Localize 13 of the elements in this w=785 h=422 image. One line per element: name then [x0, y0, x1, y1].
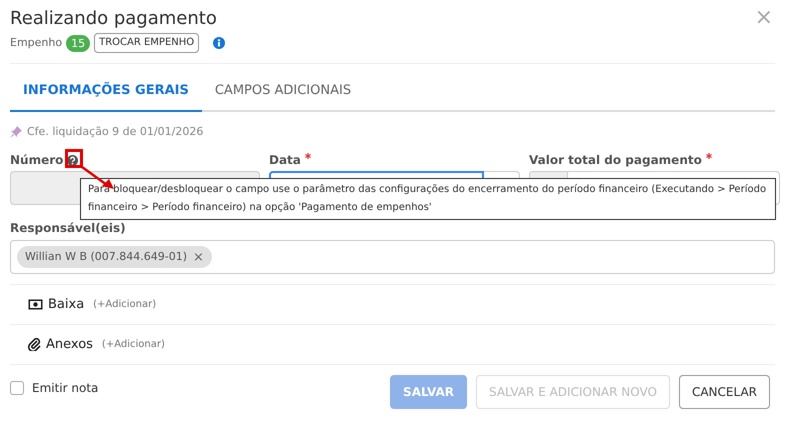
field-label: Data	[269, 152, 301, 169]
tooltip: Para bloquear/desbloquear o campo use o parâmetro das configurações do encerramento do período financeiro (Executando > Período financeiro > Período financeiro) na opção 'Pagamento de empenhos'	[80, 178, 776, 220]
chip-label: Willian W B (007.844.649-01)	[25, 248, 188, 265]
dialog-title: Realizando pagamento	[10, 7, 217, 31]
field-label: Responsável(eis)	[10, 220, 127, 237]
section-title: Anexos	[46, 336, 93, 354]
field-label: Número	[10, 152, 64, 169]
checkbox-label: Emitir nota	[32, 380, 98, 397]
field-label: Valor total do pagamento	[529, 152, 702, 169]
empenho-label: Empenho	[10, 34, 62, 51]
reference-text: Cfe. liquidação 9 de 01/01/2026	[27, 124, 204, 140]
count-badge: 15	[66, 34, 90, 52]
section-title: Baixa	[48, 296, 84, 314]
